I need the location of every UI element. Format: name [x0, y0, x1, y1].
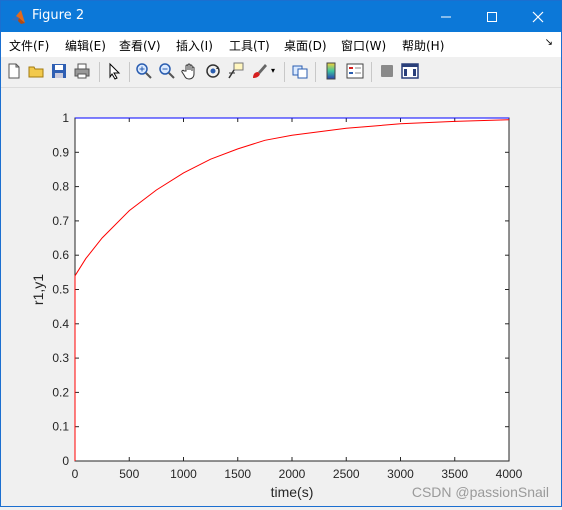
x-tick-label: 3500 — [441, 467, 468, 481]
link-plot-icon[interactable] — [291, 62, 309, 80]
figure-canvas[interactable]: 0 500 1000 1500 2000 2500 3000 3500 4000 0 0.1 0.2 0… — [1, 88, 561, 506]
save-icon[interactable] — [50, 62, 68, 80]
y-tick-label: 0.2 — [52, 385, 69, 399]
maximize-button[interactable] — [469, 1, 515, 32]
y-tick-label: 0 — [62, 454, 69, 468]
toolbar-separator — [99, 62, 100, 82]
y-tick-label: 0.4 — [52, 317, 69, 331]
x-tick-label: 2000 — [279, 467, 306, 481]
menu-window[interactable]: 窗口(W) — [341, 37, 386, 54]
x-axis-label: time(s) — [271, 484, 314, 500]
toolbar-separator — [371, 62, 372, 82]
y-tick-label: 0.1 — [52, 420, 69, 434]
pan-icon[interactable] — [181, 62, 199, 80]
pointer-icon[interactable] — [105, 62, 123, 80]
hide-plot-tools-icon[interactable] — [378, 62, 396, 80]
toolbar-separator — [315, 62, 316, 82]
menu-insert[interactable]: 插入(I) — [176, 37, 213, 54]
x-tick-label: 0 — [72, 467, 79, 481]
brush-dropdown-icon[interactable]: ▾ — [271, 66, 275, 75]
zoom-out-icon[interactable] — [158, 62, 176, 80]
rotate-3d-icon[interactable] — [204, 62, 222, 80]
menu-overflow-icon[interactable]: ↘ — [545, 37, 553, 48]
open-file-icon[interactable] — [27, 62, 45, 80]
line-chart: 0 500 1000 1500 2000 2500 3000 3500 4000 0 0.1 0.2 0… — [30, 111, 523, 500]
plot-area — [74, 117, 510, 462]
menu-help[interactable]: 帮助(H) — [402, 37, 444, 54]
x-tick-label: 500 — [119, 467, 139, 481]
data-cursor-icon[interactable] — [227, 62, 245, 80]
maximize-icon — [487, 11, 497, 22]
x-tick-label: 2500 — [333, 467, 360, 481]
menu-file[interactable]: 文件(F) — [9, 37, 49, 54]
minimize-button[interactable] — [423, 1, 469, 32]
y-tick-label: 0.3 — [52, 351, 69, 365]
print-icon[interactable] — [73, 62, 91, 80]
toolbar-separator — [284, 62, 285, 82]
x-tick-label: 1500 — [224, 467, 251, 481]
y-tick-label: 0.5 — [52, 283, 69, 297]
menu-bar: 文件(F) 编辑(E) 查看(V) 插入(I) 工具(T) 桌面(D) 窗口(W… — [1, 32, 561, 57]
figure-window: Figure 2 文件(F) 编辑(E) 查看(V) 插入(I) 工具(T) 桌… — [0, 0, 562, 507]
close-button[interactable] — [515, 1, 561, 32]
x-tick-label: 4000 — [496, 467, 523, 481]
y-tick-label: 0.7 — [52, 214, 69, 228]
colorbar-icon[interactable] — [322, 62, 340, 80]
close-icon — [532, 11, 544, 22]
toolbar-separator — [129, 62, 130, 82]
y-axis-label: r1,y1 — [30, 274, 46, 305]
minimize-icon — [441, 16, 451, 17]
y-tick-label: 0.9 — [52, 145, 69, 159]
menu-edit[interactable]: 编辑(E) — [65, 37, 106, 54]
legend-icon[interactable] — [346, 62, 364, 80]
menu-tools[interactable]: 工具(T) — [229, 37, 270, 54]
zoom-in-icon[interactable] — [135, 62, 153, 80]
x-tick-label: 3000 — [387, 467, 414, 481]
y-tick-label: 0.6 — [52, 248, 69, 262]
window-title: Figure 2 — [32, 8, 85, 23]
figure-toolbar: ▾ — [1, 57, 561, 88]
matlab-logo-icon — [11, 10, 25, 24]
y-tick-label: 1 — [62, 111, 69, 125]
watermark-text: CSDN @passionSnail — [411, 484, 549, 500]
x-tick-label: 1000 — [170, 467, 197, 481]
new-figure-icon[interactable] — [5, 62, 23, 80]
title-bar[interactable]: Figure 2 — [1, 1, 561, 32]
show-plot-tools-icon[interactable] — [401, 62, 419, 80]
brush-icon[interactable] — [250, 62, 268, 80]
y-tick-label: 0.8 — [52, 180, 69, 194]
menu-desktop[interactable]: 桌面(D) — [284, 37, 327, 54]
menu-view[interactable]: 查看(V) — [119, 37, 161, 54]
